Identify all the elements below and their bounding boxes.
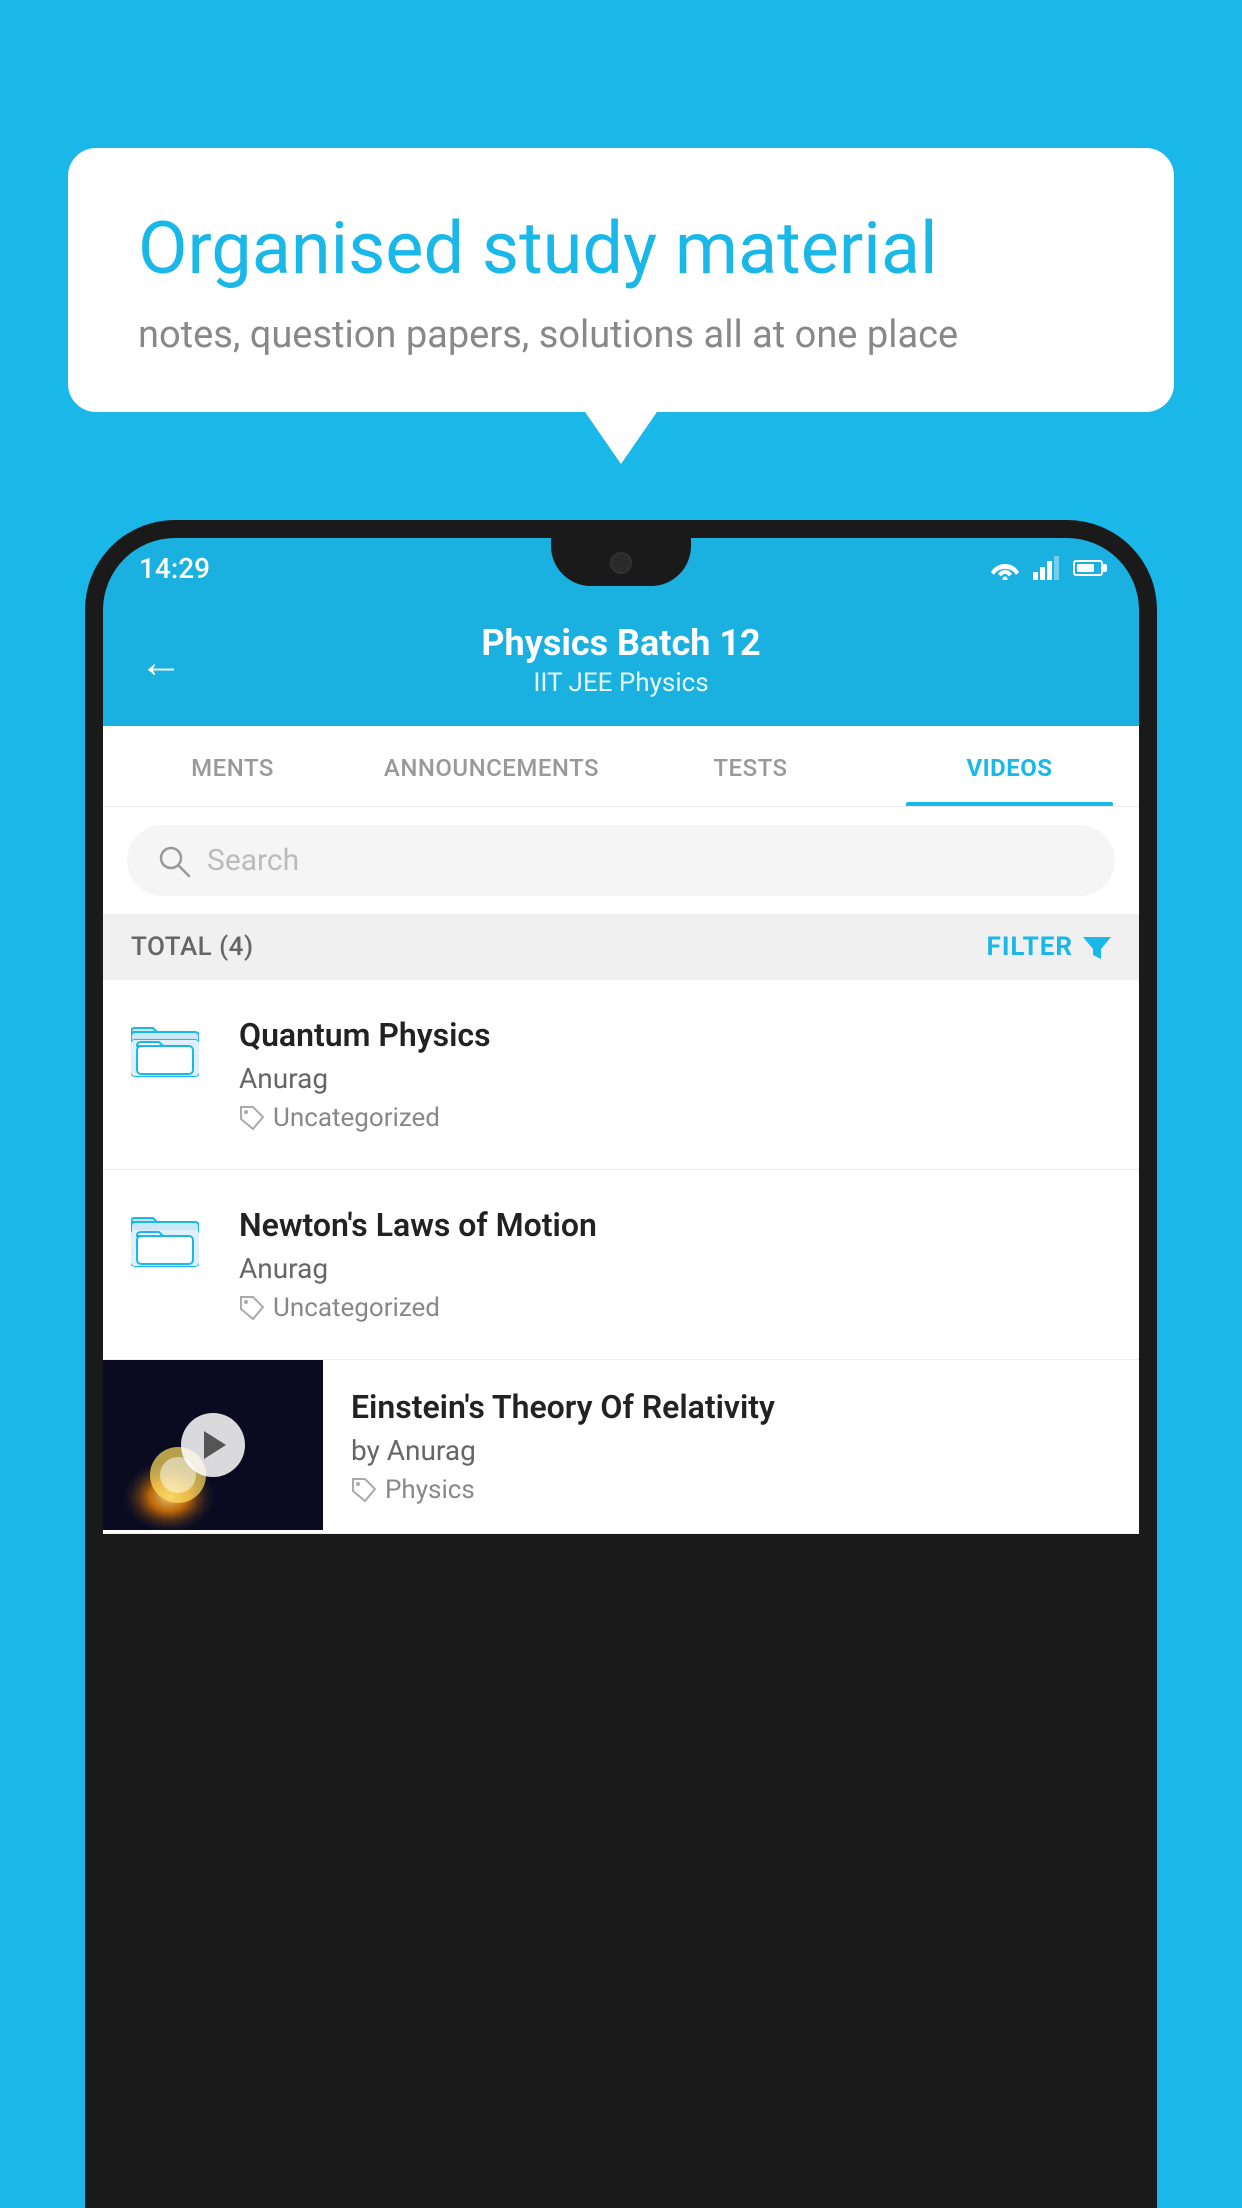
video-thumbnail [103, 1360, 323, 1530]
tab-tests[interactable]: TESTS [621, 726, 880, 806]
filter-label: FILTER [987, 932, 1073, 962]
phone-frame: 14:29 [85, 520, 1157, 2208]
search-bar[interactable]: Search [127, 825, 1115, 896]
tab-ments[interactable]: MENTS [103, 726, 362, 806]
item-tag: Uncategorized [239, 1103, 1111, 1133]
filter-button[interactable]: FILTER [987, 932, 1111, 962]
video-title: Einstein's Theory Of Relativity [351, 1388, 1111, 1426]
header-title-block: Physics Batch 12 IIT JEE Physics [481, 622, 760, 698]
tag-icon [239, 1295, 265, 1321]
video-tag: Physics [351, 1475, 1111, 1505]
list-item[interactable]: Einstein's Theory Of Relativity by Anura… [103, 1360, 1139, 1534]
item-author: Anurag [239, 1252, 1111, 1285]
app-header: ← Physics Batch 12 IIT JEE Physics [103, 598, 1139, 726]
item-content: Quantum Physics Anurag Uncategorized [239, 1016, 1111, 1133]
tab-announcements[interactable]: ANNOUNCEMENTS [362, 726, 621, 806]
phone-inner: 14:29 [103, 538, 1139, 2208]
content-list: Quantum Physics Anurag Uncategorized [103, 980, 1139, 1534]
total-count: TOTAL (4) [131, 932, 254, 962]
item-tag: Uncategorized [239, 1293, 1111, 1323]
back-button[interactable]: ← [139, 636, 183, 688]
batch-subtitle: IIT JEE Physics [481, 668, 760, 698]
batch-title: Physics Batch 12 [481, 622, 760, 664]
folder-icon [131, 1020, 199, 1080]
signal-icon [1033, 556, 1061, 580]
search-placeholder-text: Search [207, 843, 299, 878]
filter-bar: TOTAL (4) FILTER [103, 914, 1139, 980]
wifi-icon [989, 556, 1021, 580]
speech-bubble-heading: Organised study material [138, 208, 1104, 291]
video-author: by Anurag [351, 1434, 1111, 1467]
battery-icon [1073, 560, 1103, 576]
notch [551, 538, 691, 586]
folder-icon [131, 1210, 199, 1270]
list-item[interactable]: Newton's Laws of Motion Anurag Uncategor… [103, 1170, 1139, 1360]
filter-icon [1083, 933, 1111, 961]
camera-dot [610, 552, 632, 574]
status-icons [989, 556, 1103, 580]
item-title: Quantum Physics [239, 1016, 1111, 1054]
item-title: Newton's Laws of Motion [239, 1206, 1111, 1244]
item-content: Newton's Laws of Motion Anurag Uncategor… [239, 1206, 1111, 1323]
speech-bubble-subtext: notes, question papers, solutions all at… [138, 313, 1104, 357]
status-bar: 14:29 [103, 538, 1139, 598]
play-button[interactable] [181, 1413, 245, 1477]
item-icon-wrap [131, 1210, 211, 1274]
tag-icon [351, 1477, 377, 1503]
search-icon [157, 844, 191, 878]
tag-icon [239, 1105, 265, 1131]
tabs-bar: MENTS ANNOUNCEMENTS TESTS VIDEOS [103, 726, 1139, 807]
play-triangle-icon [204, 1431, 226, 1459]
item-icon-wrap [131, 1020, 211, 1084]
video-content: Einstein's Theory Of Relativity by Anura… [323, 1360, 1139, 1533]
search-container: Search [103, 807, 1139, 914]
speech-bubble-container: Organised study material notes, question… [68, 148, 1174, 412]
tab-videos[interactable]: VIDEOS [880, 726, 1139, 806]
speech-bubble: Organised study material notes, question… [68, 148, 1174, 412]
status-time: 14:29 [139, 552, 210, 585]
item-author: Anurag [239, 1062, 1111, 1095]
list-item[interactable]: Quantum Physics Anurag Uncategorized [103, 980, 1139, 1170]
